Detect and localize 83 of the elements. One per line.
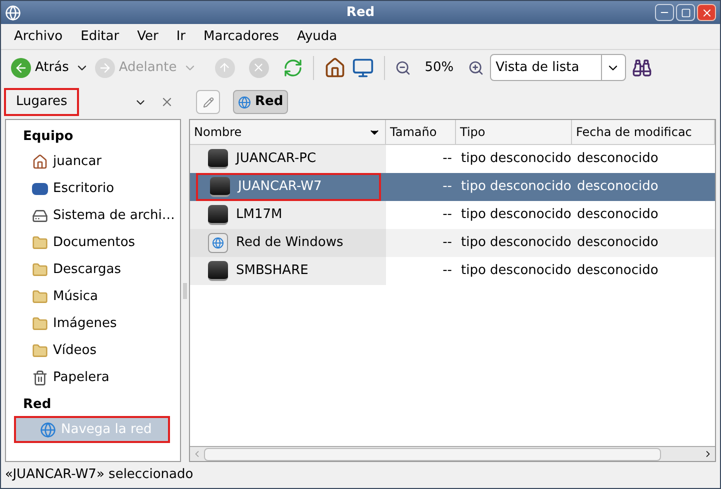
search-icon[interactable]	[632, 58, 652, 78]
sidebar-item[interactable]: juancar	[6, 148, 180, 175]
sidebar-heading: Red	[22, 396, 52, 414]
app-icon	[5, 4, 21, 20]
folder-icon	[32, 342, 48, 358]
file-name: Red de Windows	[236, 234, 344, 252]
horizontal-scrollbar[interactable]	[190, 446, 715, 461]
minimize-button[interactable]	[655, 4, 674, 21]
zoom-level: 50%	[424, 58, 454, 77]
file-size: --	[442, 234, 452, 252]
file-date: desconocido	[577, 263, 658, 278]
drive-icon	[210, 177, 230, 197]
monitor-icon[interactable]	[352, 56, 374, 78]
folder-icon	[32, 288, 48, 304]
file-type: tipo desconocido	[461, 179, 572, 194]
close-pane-icon[interactable]	[160, 95, 174, 109]
folder-icon	[32, 262, 48, 278]
pencil-icon	[202, 96, 214, 108]
edit-location-button[interactable]	[196, 90, 220, 114]
splitter-handle[interactable]	[183, 282, 187, 298]
sidebar-heading: Equipo	[22, 128, 74, 146]
status-text: «JUANCAR-W7» seleccionado	[5, 466, 194, 484]
menu-item[interactable]: Archivo	[14, 27, 63, 47]
file-name: LM17M	[236, 206, 282, 224]
sidebar-item[interactable]: Descargas	[6, 256, 180, 283]
file-date: desconocido	[577, 207, 658, 222]
sidebar-item[interactable]: Sistema de archi…	[6, 202, 180, 229]
menu-item[interactable]: Ver	[137, 27, 158, 47]
folder-icon	[32, 316, 48, 332]
reload-icon[interactable]	[282, 58, 303, 78]
globe-icon	[40, 422, 56, 438]
file-size: --	[442, 150, 452, 168]
column-header[interactable]: Nombre	[190, 120, 386, 144]
file-date: desconocido	[577, 151, 658, 166]
drive-icon	[208, 149, 228, 169]
file-row[interactable]: Red de Windows -- tipo desconocido desconocido	[190, 229, 715, 257]
view-select[interactable]: Vista de lista	[490, 54, 626, 81]
house-icon	[32, 154, 48, 170]
column-header[interactable]: Fecha de modificac	[572, 120, 715, 144]
sidebar-item[interactable]: Imágenes	[6, 310, 180, 337]
folder-icon	[32, 234, 48, 250]
file-size: --	[442, 178, 452, 196]
sidebar-item[interactable]: Papelera	[6, 364, 180, 391]
drive-icon	[208, 261, 228, 281]
file-name: JUANCAR-PC	[236, 150, 316, 168]
side-pane-select[interactable]: Lugares	[4, 88, 79, 116]
home-icon[interactable]	[324, 56, 346, 78]
file-type: tipo desconocido	[461, 263, 572, 278]
file-size: --	[442, 206, 452, 224]
file-type: tipo desconocido	[461, 151, 572, 166]
globe-icon	[238, 96, 251, 108]
menu-item[interactable]: Ir	[176, 27, 186, 47]
file-row[interactable]: JUANCAR-W7 -- tipo desconocido desconocido	[190, 173, 715, 201]
column-header[interactable]: Tipo	[456, 120, 572, 144]
network-drive-icon	[208, 233, 228, 253]
sidebar-item[interactable]: Documentos	[6, 229, 180, 256]
close-icon	[700, 6, 712, 18]
sidebar-item[interactable]: Escritorio	[6, 175, 180, 202]
file-size: --	[442, 262, 452, 280]
column-header[interactable]: Tamaño	[386, 120, 456, 144]
menu-item[interactable]: Editar	[80, 27, 120, 47]
maximize-icon	[680, 8, 690, 18]
zoom-out-icon[interactable]	[394, 60, 411, 76]
menu-item[interactable]: Marcadores	[204, 27, 279, 47]
maximize-button[interactable]	[676, 4, 695, 21]
drive-icon	[208, 205, 228, 225]
desktop-icon	[32, 182, 48, 194]
back-button[interactable]: Atrás	[11, 58, 69, 78]
close-button[interactable]	[697, 4, 716, 21]
drive-icon	[32, 208, 48, 224]
file-type: tipo desconocido	[461, 207, 572, 222]
zoom-in-icon[interactable]	[468, 60, 484, 76]
file-date: desconocido	[577, 235, 658, 250]
trash-icon	[32, 370, 48, 386]
file-name: JUANCAR-W7	[238, 178, 322, 196]
sidebar-item[interactable]: Vídeos	[6, 337, 180, 364]
window-title: Red	[346, 4, 375, 22]
file-type: tipo desconocido	[461, 235, 572, 250]
path-button[interactable]: Red	[233, 90, 288, 114]
sidebar-item[interactable]: Música	[6, 283, 180, 310]
file-name: SMBSHARE	[236, 262, 308, 280]
menu-item[interactable]: Ayuda	[296, 27, 338, 47]
file-date: desconocido	[577, 179, 658, 194]
